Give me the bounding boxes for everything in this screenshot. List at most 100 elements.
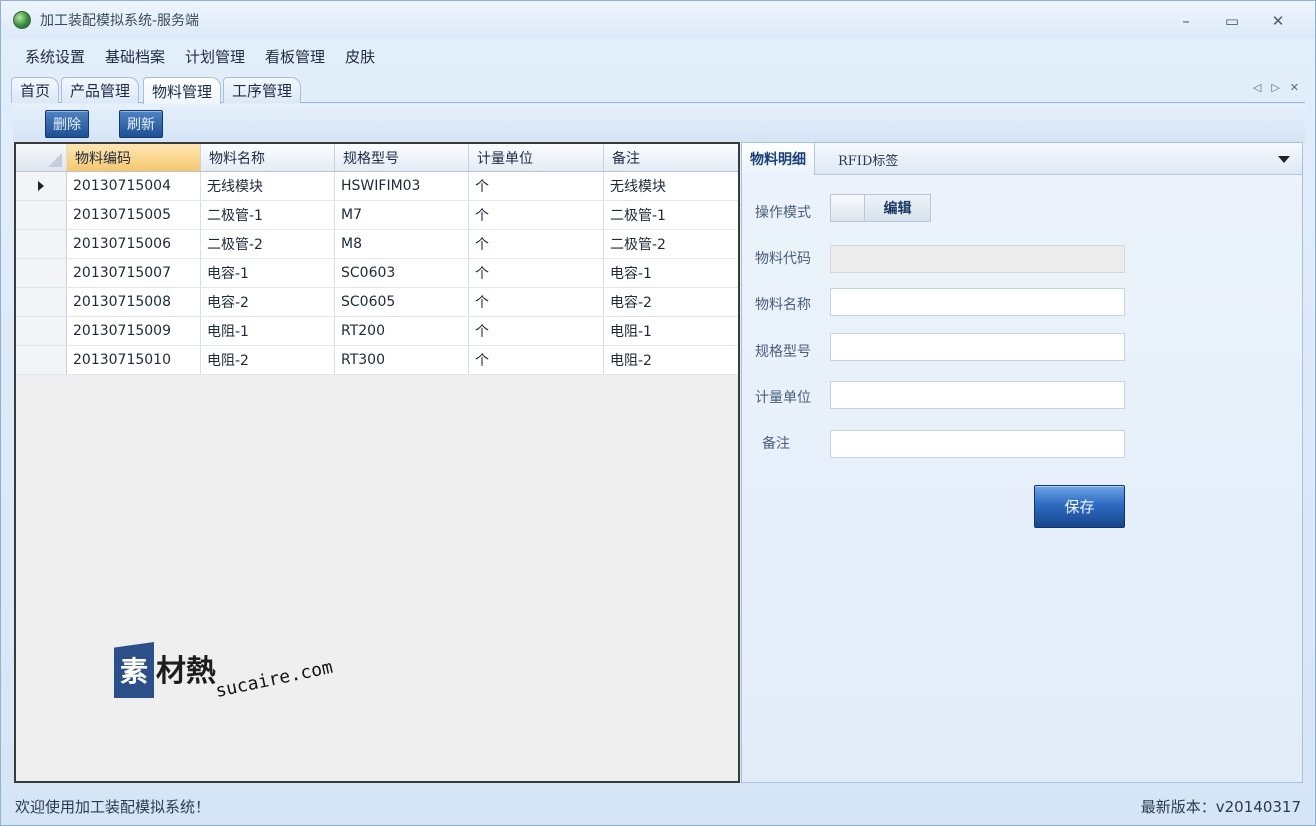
cell-remark[interactable]: 二极管-2 [604,230,738,258]
cell-code[interactable]: 20130715010 [67,346,201,374]
remark-field[interactable] [830,430,1125,458]
cell-unit[interactable]: 个 [469,201,604,229]
cell-spec[interactable]: SC0603 [335,259,469,287]
cell-unit[interactable]: 个 [469,346,604,374]
maximize-button[interactable]: ▭ [1209,9,1255,33]
close-tab-icon[interactable]: ✕ [1290,81,1299,94]
cell-name[interactable]: 二极管-1 [201,201,335,229]
tab-product-management[interactable]: 产品管理 [61,77,140,103]
cell-spec[interactable]: HSWIFIM03 [335,172,469,200]
cell-name[interactable]: 电容-1 [201,259,335,287]
row-header[interactable] [16,317,67,345]
grid-body: 20130715004 无线模块 HSWIFIM03 个无线模块 20130715005… [16,172,738,375]
title-bar[interactable]: 加工装配模拟系统-服务端 – ▭ ✕ [1,1,1315,39]
watermark-url: sucaire.com [213,656,335,702]
column-header-remark[interactable]: 备注 [604,144,738,171]
remark-label: 备注 [762,436,790,452]
grid-header: 物料编码 物料名称 规格型号 计量单位 备注 [16,144,738,172]
watermark-box: 素 [114,642,154,698]
delete-button[interactable]: 删除 [45,110,89,138]
cell-name[interactable]: 电阻-2 [201,346,335,374]
cell-remark[interactable]: 电容-1 [604,259,738,287]
cell-spec[interactable]: SC0605 [335,288,469,316]
close-button[interactable]: ✕ [1255,9,1301,33]
table-row[interactable]: 20130715006 二极管-2 M8 个二极管-2 [16,230,738,259]
cell-remark[interactable]: 电阻-2 [604,346,738,374]
cell-code[interactable]: 20130715004 [67,172,201,200]
cell-code[interactable]: 20130715005 [67,201,201,229]
cell-name[interactable]: 电容-2 [201,288,335,316]
select-all-corner[interactable] [16,144,67,171]
spec-model-label: 规格型号 [755,344,811,360]
chevron-down-icon[interactable] [1278,156,1290,163]
menu-base-archive[interactable]: 基础档案 [95,46,175,67]
tab-material-management[interactable]: 物料管理 [143,77,222,104]
cell-spec[interactable]: RT300 [335,346,469,374]
row-header[interactable] [16,346,67,374]
tab-rfid-label[interactable]: RFID标签 [830,143,906,175]
menu-board-management[interactable]: 看板管理 [255,46,335,67]
table-row[interactable]: 20130715007 电容-1 SC0603 个电容-1 [16,259,738,288]
cell-unit[interactable]: 个 [469,230,604,258]
cell-code[interactable]: 20130715006 [67,230,201,258]
cell-spec[interactable]: M8 [335,230,469,258]
row-header[interactable] [16,259,67,287]
watermark-logo: 素 材熱 sucaire.com [114,642,337,702]
cell-remark[interactable]: 电阻-1 [604,317,738,345]
spec-model-field[interactable] [830,333,1125,361]
table-row[interactable]: 20130715005 二极管-1 M7 个二极管-1 [16,201,738,230]
material-code-field[interactable] [830,245,1125,273]
menu-plan-management[interactable]: 计划管理 [175,46,255,67]
cell-remark[interactable]: 电容-2 [604,288,738,316]
column-header-unit[interactable]: 计量单位 [469,144,604,171]
material-code-label: 物料代码 [755,251,811,267]
cell-unit[interactable]: 个 [469,288,604,316]
scroll-left-icon[interactable]: ◁ [1253,81,1261,94]
column-header-name[interactable]: 物料名称 [201,144,335,171]
globe-icon [13,11,31,29]
cell-name[interactable]: 无线模块 [201,172,335,200]
cell-spec[interactable]: M7 [335,201,469,229]
minimize-button[interactable]: – [1163,9,1209,33]
cell-code[interactable]: 20130715008 [67,288,201,316]
cell-remark[interactable]: 无线模块 [604,172,738,200]
tab-material-detail[interactable]: 物料明细 [742,143,815,175]
row-header[interactable] [16,201,67,229]
scroll-right-icon[interactable]: ▷ [1271,81,1279,94]
material-grid[interactable]: 物料编码 物料名称 规格型号 计量单位 备注 20130715004 无线模块 HS… [14,142,740,783]
menu-skin[interactable]: 皮肤 [335,46,385,67]
column-header-code[interactable]: 物料编码 [67,144,201,171]
unit-field[interactable] [830,381,1125,409]
cell-spec[interactable]: RT200 [335,317,469,345]
cell-name[interactable]: 电阻-1 [201,317,335,345]
watermark-chars: 材熱 [156,654,216,689]
mode-toggle[interactable]: 编辑 [830,194,931,222]
welcome-text: 欢迎使用加工装配模拟系统！ [15,797,211,816]
cell-name[interactable]: 二极管-2 [201,230,335,258]
refresh-button[interactable]: 刷新 [119,110,163,138]
toggle-knob[interactable] [831,195,865,221]
tab-strip-controls: ◁ ▷ ✕ [1253,81,1299,94]
row-header[interactable] [16,288,67,316]
column-header-spec[interactable]: 规格型号 [335,144,469,171]
cell-code[interactable]: 20130715007 [67,259,201,287]
version-text: 最新版本：v20140317 [1140,797,1301,816]
menu-system-settings[interactable]: 系统设置 [15,46,95,67]
material-name-field[interactable] [830,288,1125,316]
cell-remark[interactable]: 二极管-1 [604,201,738,229]
menu-bar: 系统设置 基础档案 计划管理 看板管理 皮肤 [1,39,1315,73]
save-button[interactable]: 保存 [1034,485,1125,528]
window-title: 加工装配模拟系统-服务端 [40,13,200,29]
tab-home[interactable]: 首页 [11,77,60,103]
row-header[interactable] [16,172,67,200]
table-row[interactable]: 20130715004 无线模块 HSWIFIM03 个无线模块 [16,172,738,201]
table-row[interactable]: 20130715009 电阻-1 RT200 个电阻-1 [16,317,738,346]
cell-unit[interactable]: 个 [469,317,604,345]
table-row[interactable]: 20130715008 电容-2 SC0605 个电容-2 [16,288,738,317]
tab-process-management[interactable]: 工序管理 [223,77,302,103]
table-row[interactable]: 20130715010 电阻-2 RT300 个电阻-2 [16,346,738,375]
row-header[interactable] [16,230,67,258]
cell-unit[interactable]: 个 [469,259,604,287]
cell-unit[interactable]: 个 [469,172,604,200]
cell-code[interactable]: 20130715009 [67,317,201,345]
